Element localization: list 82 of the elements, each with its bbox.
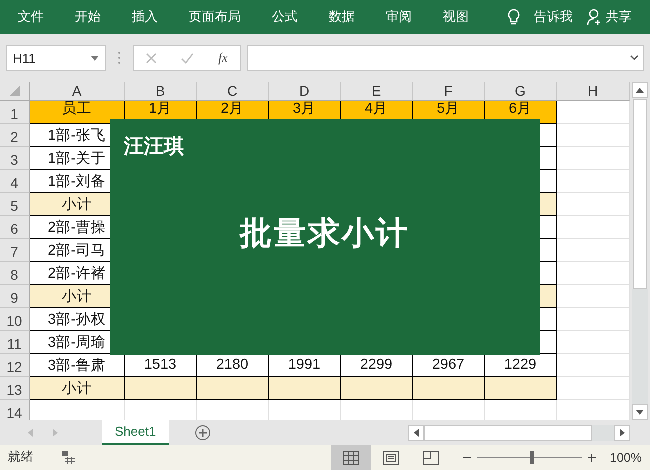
ribbon-tab[interactable]: 页面布局	[189, 8, 241, 26]
row-header[interactable]: 6	[0, 216, 30, 239]
vertical-scrollbar[interactable]	[630, 82, 650, 420]
view-button[interactable]	[331, 445, 372, 470]
scroll-left-button[interactable]	[408, 424, 424, 440]
page-break-icon	[423, 450, 440, 464]
share-button[interactable]: 共享	[587, 8, 632, 26]
column-header[interactable]: A	[30, 82, 125, 101]
row-header[interactable]: 4	[0, 170, 30, 193]
name-box[interactable]: H11	[6, 45, 106, 71]
ribbon-tab[interactable]: 插入	[132, 8, 158, 26]
table-cell	[485, 377, 557, 400]
row-header[interactable]: 1	[0, 101, 30, 124]
column-header[interactable]: F	[413, 82, 485, 101]
table-cell: 员工	[30, 101, 125, 124]
table-cell: 1229	[485, 354, 557, 377]
author-name: 汪汪琪	[124, 135, 184, 160]
row-header[interactable]: 14	[0, 400, 30, 420]
normal-view-icon	[343, 450, 360, 464]
zoom-level[interactable]: 100%	[610, 450, 642, 464]
ribbon-tab[interactable]: 审阅	[386, 8, 412, 26]
row-header[interactable]: 8	[0, 262, 30, 285]
ribbon-tab[interactable]: 公式	[272, 8, 298, 26]
macro-record-icon[interactable]	[62, 451, 76, 464]
table-cell: 2299	[341, 354, 413, 377]
scroll-right-button[interactable]	[614, 424, 630, 440]
insert-function-button[interactable]: fx	[218, 50, 228, 66]
row-header[interactable]: 11	[0, 331, 30, 354]
row-header[interactable]: 3	[0, 147, 30, 170]
table-cell: 3部-鲁肃	[30, 354, 125, 377]
table-cell: 小计	[30, 377, 125, 400]
row-header[interactable]: 13	[0, 377, 30, 400]
table-cell	[269, 377, 341, 400]
sheet-tab[interactable]: Sheet1	[102, 420, 170, 445]
triangle-up-icon	[636, 88, 644, 92]
column-header[interactable]: B	[125, 82, 197, 101]
table-cell	[197, 377, 269, 400]
triangle-right-icon	[620, 428, 624, 436]
banner-title: 批量求小计	[240, 214, 410, 253]
tell-me-field[interactable]: 告诉我	[534, 8, 573, 26]
formula-input[interactable]	[247, 45, 644, 71]
person-add-icon	[587, 8, 603, 26]
scroll-down-button[interactable]	[632, 404, 648, 420]
add-sheet-icon[interactable]	[195, 424, 212, 440]
column-header[interactable]: C	[197, 82, 269, 101]
table-cell	[413, 377, 485, 400]
ribbon-tab[interactable]: 文件	[18, 8, 44, 26]
column-header[interactable]: E	[341, 82, 413, 101]
row-header[interactable]: 10	[0, 308, 30, 331]
lightbulb-icon	[508, 8, 520, 26]
row-header[interactable]: 7	[0, 239, 30, 262]
column-header[interactable]: G	[485, 82, 557, 101]
row-header[interactable]: 12	[0, 354, 30, 377]
zoom-thumb[interactable]	[530, 451, 534, 464]
row-header[interactable]: 5	[0, 193, 30, 216]
dropdown-icon	[91, 56, 99, 60]
triangle-icon	[10, 86, 20, 96]
table-cell	[341, 377, 413, 400]
column-header[interactable]: D	[269, 82, 341, 101]
table-cell: 1991	[269, 354, 341, 377]
scroll-up-button[interactable]	[632, 82, 648, 98]
zoom-in-icon[interactable]	[588, 454, 596, 462]
column-header[interactable]: H	[557, 82, 630, 101]
scroll-thumb[interactable]	[633, 99, 647, 289]
status-text: 就绪	[8, 449, 34, 466]
triangle-down-icon	[636, 410, 644, 414]
checkmark-icon[interactable]	[181, 52, 194, 64]
table-cell: 2180	[197, 354, 269, 377]
grip-icon	[118, 51, 121, 65]
table-cell: 1513	[125, 354, 197, 377]
page-layout-icon	[383, 450, 400, 464]
ribbon-tab[interactable]: 数据	[329, 8, 355, 26]
row-header[interactable]: 9	[0, 285, 30, 308]
table-cell	[125, 377, 197, 400]
triangle-left-icon	[414, 428, 418, 436]
table-cell: 2967	[413, 354, 485, 377]
row-header[interactable]: 2	[0, 124, 30, 147]
ribbon-tab[interactable]: 开始	[75, 8, 101, 26]
chevron-down-icon	[630, 55, 639, 61]
ribbon-tab[interactable]: 视图	[443, 8, 469, 26]
scroll-thumb[interactable]	[424, 424, 592, 440]
horizontal-scrollbar[interactable]	[408, 424, 630, 440]
